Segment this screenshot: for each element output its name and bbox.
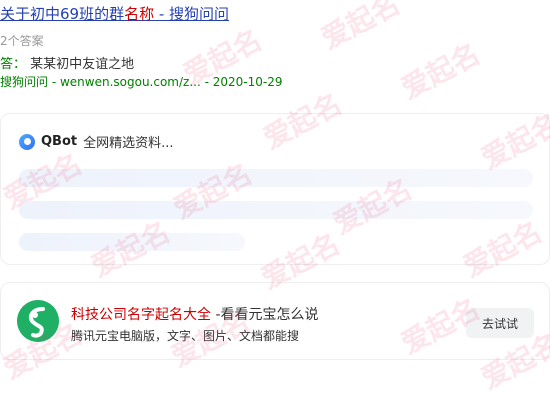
loading-skeleton-line xyxy=(19,233,245,251)
answer-label: 答： xyxy=(0,57,27,72)
answer-count: 2个答案 xyxy=(0,34,44,48)
promo-title: 科技公司名字起名大全 -看看元宝怎么说 xyxy=(71,304,319,324)
qbot-brand: QBot xyxy=(41,134,78,149)
promo-title-link[interactable]: 科技公司名字起名大全 xyxy=(71,307,211,323)
answer-text: 某某初中友谊之地 xyxy=(30,57,135,72)
qbot-card: QBot 全网精选资料... xyxy=(0,113,550,265)
result-title-part2: - 搜狗问问 xyxy=(154,5,230,23)
yuanbao-logo-icon xyxy=(17,300,59,342)
result-title-link[interactable]: 关于初中69班的群名称 - 搜狗问问 xyxy=(0,3,229,24)
qbot-logo-icon xyxy=(19,133,35,150)
watermark-text: 爱起名 xyxy=(395,37,486,106)
yuanbao-promo-card: 科技公司名字起名大全 -看看元宝怎么说 腾讯元宝电脑版，文字、图片、文档都能搜 … xyxy=(0,282,550,360)
qbot-header: QBot 全网精选资料... xyxy=(19,132,174,151)
source-site-link[interactable]: 搜狗问问 xyxy=(0,75,48,89)
qbot-subtitle: 全网精选资料... xyxy=(83,136,174,151)
source-url: - wenwen.sogou.com/z... - 2020-10-29 xyxy=(48,75,283,89)
loading-skeleton-line xyxy=(19,169,533,187)
loading-skeleton-line xyxy=(19,201,533,219)
promo-description: 腾讯元宝电脑版，文字、图片、文档都能搜 xyxy=(71,329,300,343)
promo-title-suffix: -看看元宝怎么说 xyxy=(211,307,319,323)
result-answer: 答： 某某初中友谊之地 xyxy=(0,53,134,72)
result-title-highlight: 名称 xyxy=(124,5,155,23)
result-title-part1: 关于初中69班的群 xyxy=(0,5,125,23)
watermark-text: 爱起名 xyxy=(315,0,406,56)
result-source: 搜狗问问 - wenwen.sogou.com/z... - 2020-10-2… xyxy=(0,73,282,90)
try-it-button[interactable]: 去试试 xyxy=(466,308,534,338)
